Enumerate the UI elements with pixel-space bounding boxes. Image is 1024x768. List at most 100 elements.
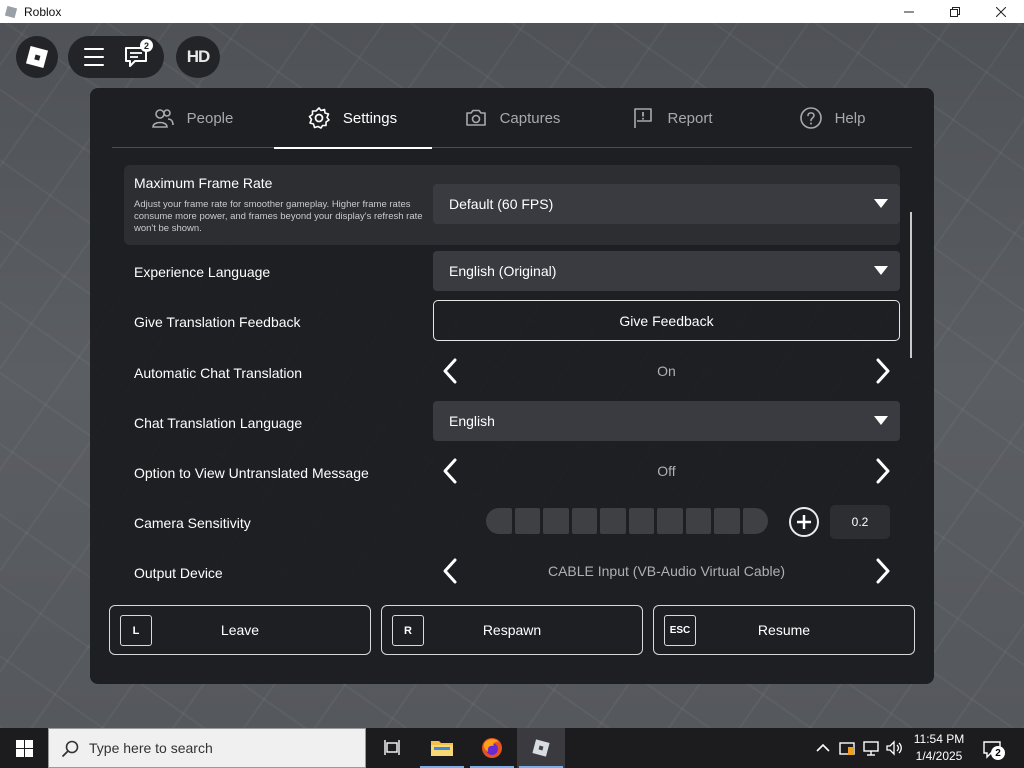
chat-badge: 2 xyxy=(140,39,153,52)
output-device-label: Output Device xyxy=(134,565,223,581)
tab-help[interactable]: Help xyxy=(752,88,912,148)
roblox-menu-button[interactable] xyxy=(16,36,58,78)
untranslated-option-label: Option to View Untranslated Message xyxy=(134,465,369,481)
firefox-icon xyxy=(482,738,502,758)
tab-settings-label: Settings xyxy=(342,109,398,127)
volume-icon[interactable] xyxy=(885,739,903,757)
folder-icon xyxy=(431,741,453,756)
chevron-up-icon[interactable] xyxy=(814,739,832,757)
task-view-icon xyxy=(384,740,400,755)
slider-segment[interactable] xyxy=(714,508,740,534)
resume-label: Resume xyxy=(757,622,811,638)
auto-chat-translation-value: On xyxy=(657,363,676,379)
restore-button[interactable] xyxy=(932,0,978,23)
clock-time: 11:54 PM xyxy=(913,732,965,746)
give-feedback-button[interactable]: Give Feedback xyxy=(433,300,900,341)
close-button[interactable] xyxy=(978,0,1024,23)
chevron-right-icon[interactable] xyxy=(868,457,896,485)
gear-icon xyxy=(308,107,330,129)
settings-scrollbar[interactable] xyxy=(910,212,912,358)
slider-segment[interactable] xyxy=(600,508,626,534)
tab-help-label: Help xyxy=(834,109,866,127)
resume-button[interactable]: ESC Resume xyxy=(653,605,915,655)
chevron-right-icon[interactable] xyxy=(868,557,896,585)
hd-button[interactable]: HD xyxy=(176,36,220,78)
minimize-button[interactable] xyxy=(886,0,932,23)
slider-segment[interactable] xyxy=(628,508,654,534)
taskbar-clock[interactable]: 11:54 PM 1/4/2025 xyxy=(908,731,970,765)
increase-sensitivity-button[interactable] xyxy=(789,507,819,537)
chevron-left-icon[interactable] xyxy=(437,357,465,385)
notification-badge: 2 xyxy=(991,746,1005,760)
taskbar: Type here to search 11:54 PM 1/4/2025 2 xyxy=(0,728,1024,768)
frame-rate-dropdown[interactable]: Default (60 FPS) xyxy=(433,184,900,224)
tab-report[interactable]: Report xyxy=(592,88,752,148)
task-view-button[interactable] xyxy=(368,728,416,768)
output-device-row: Output Device CABLE Input (VB-Audio Virt… xyxy=(124,551,900,601)
leave-button[interactable]: L Leave xyxy=(109,605,371,655)
leave-keycap: L xyxy=(120,615,152,646)
hamburger-menu-icon[interactable] xyxy=(84,48,104,66)
slider-segment[interactable] xyxy=(657,508,683,534)
network-icon[interactable] xyxy=(862,739,880,757)
slider-segment[interactable] xyxy=(571,508,597,534)
slider-segment[interactable] xyxy=(486,508,512,534)
untranslated-option-value: Off xyxy=(657,463,676,479)
translation-feedback-row: Give Translation Feedback Give Feedback xyxy=(124,300,900,350)
chat-translation-language-dropdown[interactable]: English xyxy=(433,401,900,441)
search-placeholder: Type here to search xyxy=(89,740,213,756)
security-tray-icon[interactable] xyxy=(838,739,856,757)
translation-feedback-label: Give Translation Feedback xyxy=(134,314,301,330)
tab-report-label: Report xyxy=(667,109,713,127)
camera-sensitivity-input[interactable]: 0.2 xyxy=(830,505,890,539)
window-title: Roblox xyxy=(24,4,62,19)
taskbar-search-box[interactable]: Type here to search xyxy=(48,728,366,768)
chat-translation-language-value: English xyxy=(449,413,495,429)
frame-rate-row: Maximum Frame Rate Adjust your frame rat… xyxy=(124,165,900,245)
slider-segment[interactable] xyxy=(514,508,540,534)
tab-captures[interactable]: Captures xyxy=(432,88,592,148)
roblox-icon xyxy=(532,739,550,757)
tab-people-label: People xyxy=(186,109,234,127)
frame-rate-label: Maximum Frame Rate xyxy=(134,175,273,191)
firefox-button[interactable] xyxy=(468,728,516,768)
untranslated-option-row: Option to View Untranslated Message Off xyxy=(124,451,900,501)
camera-sensitivity-slider[interactable] xyxy=(486,508,768,534)
auto-chat-translation-row: Automatic Chat Translation On xyxy=(124,351,900,401)
dropdown-caret-icon xyxy=(874,199,888,208)
camera-sensitivity-row: Camera Sensitivity 0.2 xyxy=(124,501,900,551)
file-explorer-button[interactable] xyxy=(418,728,466,768)
start-button[interactable] xyxy=(0,728,48,768)
respawn-button[interactable]: R Respawn xyxy=(381,605,643,655)
chevron-right-icon[interactable] xyxy=(868,357,896,385)
roblox-taskbar-button[interactable] xyxy=(517,728,565,768)
chat-translation-language-label: Chat Translation Language xyxy=(134,415,303,431)
frame-rate-value: Default (60 FPS) xyxy=(449,196,554,212)
camera-sensitivity-label: Camera Sensitivity xyxy=(134,515,251,531)
frame-rate-description: Adjust your frame rate for smoother game… xyxy=(134,199,423,234)
flag-icon xyxy=(634,108,653,128)
help-icon xyxy=(799,107,822,129)
slider-segment[interactable] xyxy=(685,508,711,534)
window-titlebar: Roblox xyxy=(0,0,1024,23)
tab-bar: People Settings Captures Report Help xyxy=(112,88,912,149)
chevron-left-icon[interactable] xyxy=(437,457,465,485)
tab-captures-label: Captures xyxy=(499,109,561,127)
chevron-left-icon[interactable] xyxy=(437,557,465,585)
output-device-value: CABLE Input (VB-Audio Virtual Cable) xyxy=(547,563,786,579)
restore-icon xyxy=(950,6,960,17)
close-icon xyxy=(996,6,1006,17)
minimize-icon xyxy=(904,11,914,12)
slider-segment[interactable] xyxy=(543,508,569,534)
experience-language-value: English (Original) xyxy=(449,263,557,279)
windows-logo-icon xyxy=(15,739,33,757)
search-icon xyxy=(61,740,79,758)
tab-settings[interactable]: Settings xyxy=(272,88,432,149)
slider-segment[interactable] xyxy=(742,508,768,534)
experience-language-label: Experience Language xyxy=(134,264,271,280)
auto-chat-translation-label: Automatic Chat Translation xyxy=(134,365,303,381)
tab-people[interactable]: People xyxy=(112,88,272,148)
experience-language-row: Experience Language English (Original) xyxy=(124,251,900,301)
roblox-app-icon xyxy=(4,5,18,18)
experience-language-dropdown[interactable]: English (Original) xyxy=(433,251,900,291)
